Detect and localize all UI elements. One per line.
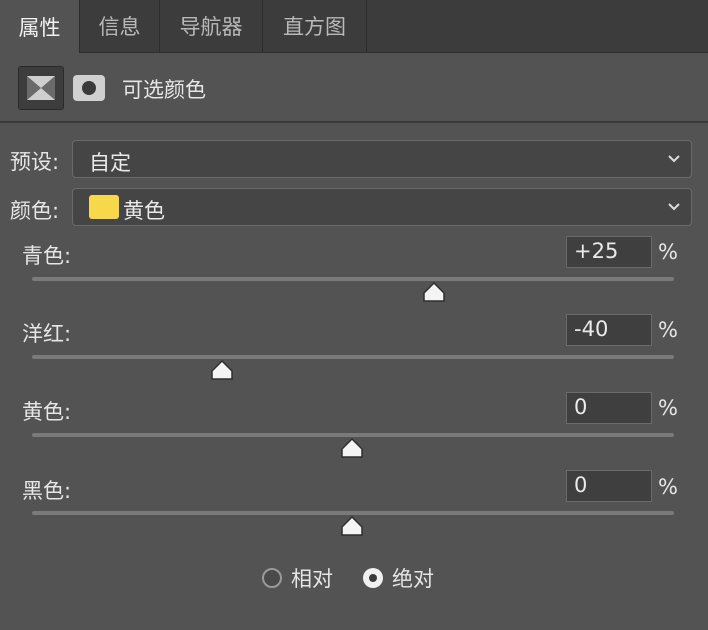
colors-select[interactable]: 黄色 [72,188,692,226]
preset-label: 预设: [10,150,60,174]
colors-label: 颜色: [10,199,60,223]
magenta-unit: % [658,318,678,342]
cyan-value-input[interactable]: +25 [566,236,652,268]
black-unit: % [658,475,678,499]
divider [0,121,708,123]
yellow-unit: % [658,396,678,420]
panel-tab-bar: 属性 信息 导航器 直方图 [0,0,708,53]
cyan-unit: % [658,240,678,264]
colors-value: 黄色 [123,199,165,223]
black-value-input[interactable]: 0 [566,470,652,502]
absolute-label[interactable]: 绝对 [392,563,434,593]
chevron-down-icon [668,155,680,163]
chevron-down-icon [668,203,680,211]
preset-select[interactable]: 自定 [72,140,692,178]
tab-navigator[interactable]: 导航器 [160,0,263,52]
magenta-slider-track[interactable] [32,355,674,359]
magenta-value-input[interactable]: -40 [566,314,652,346]
tab-info[interactable]: 信息 [80,0,160,52]
black-slider-thumb[interactable] [340,515,364,537]
tab-properties[interactable]: 属性 [0,0,80,53]
cyan-slider-track[interactable] [32,277,674,281]
yellow-label: 黄色: [22,400,72,424]
color-swatch [89,195,119,219]
yellow-value-input[interactable]: 0 [566,392,652,424]
black-label: 黑色: [22,479,72,503]
magenta-label: 洋红: [22,322,72,346]
tab-histogram[interactable]: 直方图 [263,0,367,52]
absolute-radio[interactable] [363,568,383,588]
adjustment-layer-icon[interactable] [18,66,64,110]
relative-radio[interactable] [262,568,282,588]
yellow-slider-thumb[interactable] [340,437,364,459]
panel-title: 可选颜色 [122,78,206,102]
relative-label[interactable]: 相对 [291,563,333,593]
cyan-label: 青色: [22,244,72,268]
preset-value: 自定 [89,151,131,175]
cyan-slider-thumb[interactable] [422,281,446,303]
layer-mask-icon[interactable] [72,74,106,102]
magenta-slider-thumb[interactable] [210,359,234,381]
